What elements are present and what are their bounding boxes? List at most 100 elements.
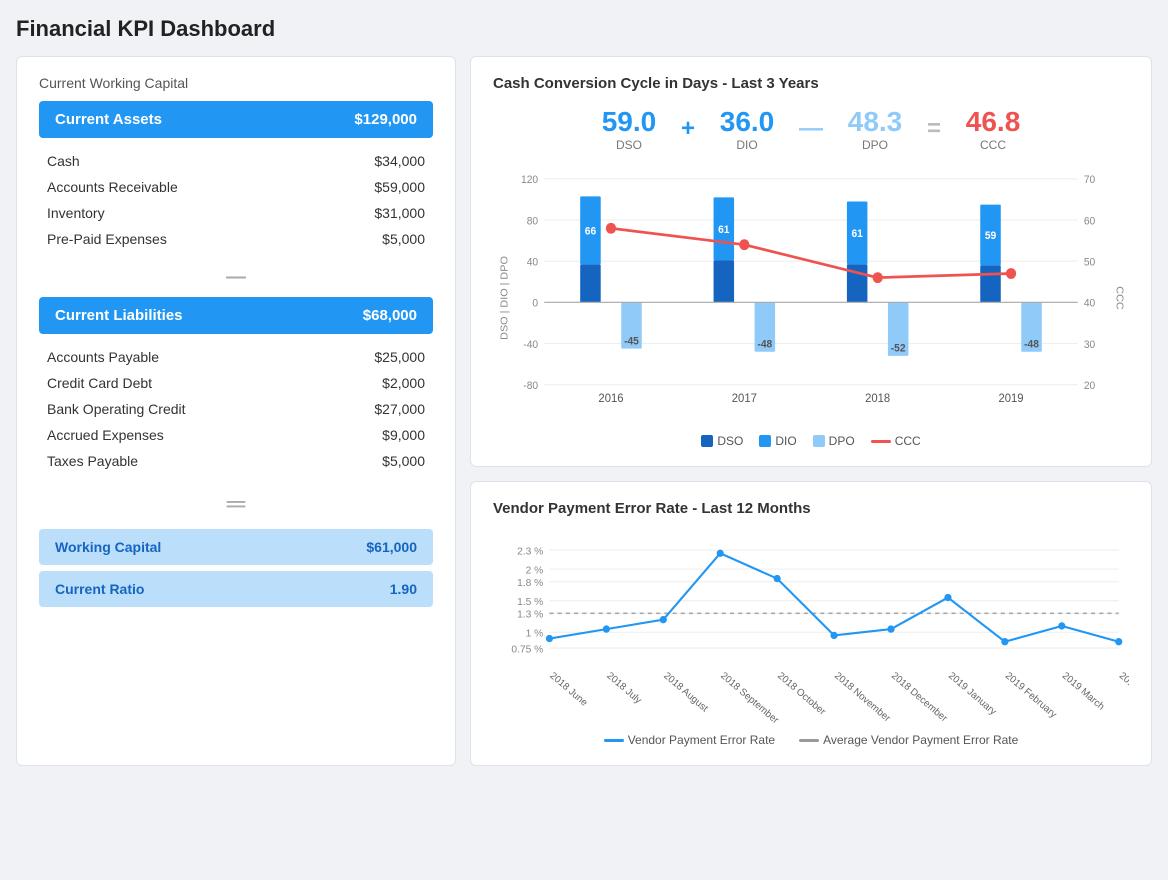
svg-text:2018 June: 2018 June [548,670,590,709]
liability-value: $25,000 [374,349,425,365]
ccc-legend: DSO DIO DPO CCC [493,434,1129,448]
liability-item: Taxes Payable$5,000 [39,448,433,474]
legend-dso-label: DSO [717,434,743,448]
svg-text:2018 October: 2018 October [775,670,828,718]
current-assets-label: Current Assets [55,111,162,128]
legend-ccc-label: CCC [895,434,921,448]
legend-dio-dot [759,435,771,447]
svg-text:70: 70 [1084,174,1096,186]
svg-text:1.5 %: 1.5 % [517,597,543,608]
svg-text:-52: -52 [891,342,906,354]
vendor-chart: 2.3 %2 %1.8 %1.5 %1.3 %1 %0.75 %2018 Jun… [493,527,1129,727]
dso-metric: 59.0 DSO [589,106,669,152]
svg-text:2017: 2017 [732,392,757,405]
legend-dpo-dot [813,435,825,447]
svg-text:2018 July: 2018 July [604,670,643,706]
legend-avg-line [799,739,819,742]
vendor-title: Vendor Payment Error Rate - Last 12 Mont… [493,500,1129,517]
svg-text:2019: 2019 [998,392,1023,405]
svg-text:61: 61 [718,224,730,236]
svg-text:40: 40 [1084,297,1096,309]
dio-metric: 36.0 DIO [707,106,787,152]
legend-vendor-line [604,739,624,742]
ccc-metric: 46.8 CCC [953,106,1033,152]
dso-value: 59.0 [589,106,669,138]
wc-value: $61,000 [366,539,417,555]
liability-item: Accrued Expenses $9,000 [39,422,433,448]
wc-label: Working Capital [55,539,161,555]
svg-text:-80: -80 [523,380,538,392]
liability-item: Credit Card Debt $2,000 [39,370,433,396]
liability-label: Accounts Payable [47,349,159,365]
liability-label: Accrued Expenses [47,427,164,443]
svg-text:DSO | DIO | DPO: DSO | DIO | DPO [499,256,511,340]
svg-text:2018: 2018 [865,392,890,405]
svg-text:2019 February: 2019 February [1003,670,1059,720]
asset-item: Cash$34,000 [39,148,433,174]
svg-text:80: 80 [527,215,539,227]
liability-value: $9,000 [382,427,425,443]
liability-value: $2,000 [382,375,425,391]
svg-text:-48: -48 [1024,338,1039,350]
legend-dso: DSO [701,434,743,448]
asset-item: Inventory$31,000 [39,200,433,226]
svg-text:2016: 2016 [598,392,623,405]
dashboard-title: Financial KPI Dashboard [16,16,1152,42]
svg-text:-45: -45 [624,335,639,347]
liabilities-list: Accounts Payable $25,000 Credit Card Debt $… [39,344,433,474]
ccc-panel: Cash Conversion Cycle in Days - Last 3 Y… [470,56,1152,467]
liability-label: Taxes Payable [47,453,138,469]
svg-text:1.8 %: 1.8 % [517,578,543,589]
svg-text:1 %: 1 % [526,628,544,639]
liability-value: $27,000 [374,401,425,417]
svg-text:2018 December: 2018 December [889,670,950,725]
legend-dso-dot [701,435,713,447]
vendor-panel: Vendor Payment Error Rate - Last 12 Mont… [470,481,1152,766]
legend-avg-rate: Average Vendor Payment Error Rate [799,733,1018,747]
svg-text:0.75 %: 0.75 % [511,644,543,655]
current-liabilities-value: $68,000 [363,307,417,324]
equals-operator: = [923,115,945,143]
svg-text:40: 40 [527,256,539,268]
legend-dpo-label: DPO [829,434,855,448]
ccc-chart: -80-4004080120203040506070DSO | DIO | DP… [493,168,1129,428]
svg-text:66: 66 [585,225,597,237]
legend-ccc: CCC [871,434,921,448]
ccc-label: CCC [953,138,1033,152]
svg-text:-48: -48 [757,338,772,350]
liability-label: Bank Operating Credit [47,401,186,417]
svg-text:2018 September: 2018 September [718,670,781,726]
svg-text:60: 60 [1084,215,1096,227]
liability-item: Accounts Payable $25,000 [39,344,433,370]
liability-label: Credit Card Debt [47,375,152,391]
cr-value: 1.90 [390,581,417,597]
svg-text:2018 August: 2018 August [661,670,710,714]
svg-text:0: 0 [532,297,538,309]
dio-value: 36.0 [707,106,787,138]
ccc-formula: 59.0 DSO + 36.0 DIO — 48.3 DPO = 46.8 CC… [493,106,1129,152]
current-liabilities-header: Current Liabilities $68,000 [39,297,433,334]
asset-label: Inventory [47,205,105,221]
legend-avg-label: Average Vendor Payment Error Rate [823,733,1018,747]
svg-text:2019 April: 2019 April [1117,670,1129,707]
minus-operator: — [795,115,827,143]
dio-label: DIO [707,138,787,152]
svg-text:1.3 %: 1.3 % [517,609,543,620]
asset-label: Cash [47,153,80,169]
current-ratio-row: Current Ratio 1.90 [39,571,433,607]
dso-label: DSO [589,138,669,152]
ccc-title: Cash Conversion Cycle in Days - Last 3 Y… [493,75,1129,92]
svg-text:50: 50 [1084,256,1096,268]
svg-text:120: 120 [521,174,538,186]
asset-item: Accounts Receivable$59,000 [39,174,433,200]
ccc-value: 46.8 [953,106,1033,138]
asset-label: Pre-Paid Expenses [47,231,167,247]
dpo-value: 48.3 [835,106,915,138]
svg-text:61: 61 [851,228,863,240]
svg-text:59: 59 [985,230,997,242]
dpo-label: DPO [835,138,915,152]
cr-label: Current Ratio [55,581,144,597]
legend-dpo: DPO [813,434,855,448]
svg-text:2018 November: 2018 November [832,670,893,725]
legend-vendor-rate: Vendor Payment Error Rate [604,733,775,747]
